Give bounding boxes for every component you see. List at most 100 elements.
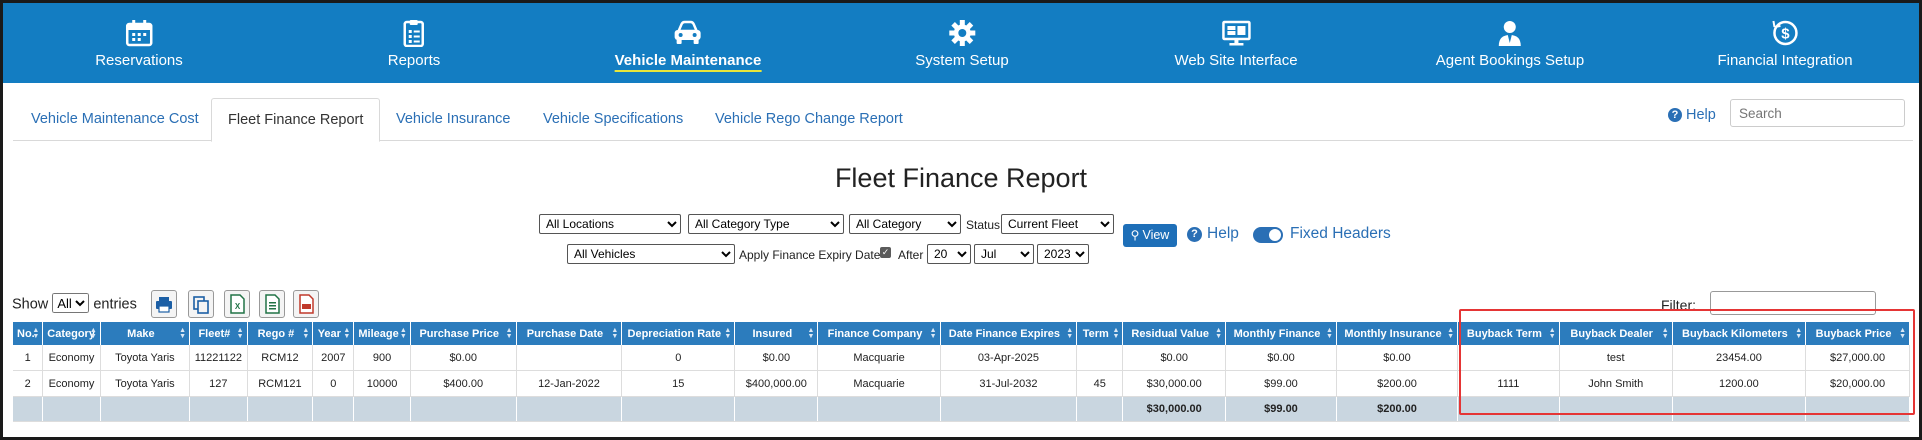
- column-header[interactable]: Category ▲ ▼: [42, 322, 101, 345]
- table-cell: [1076, 345, 1124, 371]
- car-icon: [674, 20, 701, 44]
- table-cell: [940, 396, 1078, 422]
- column-header[interactable]: Finance Company ▲ ▼: [817, 322, 941, 345]
- table-cell: John Smith: [1559, 370, 1673, 397]
- table-cell: $27,000.00: [1805, 345, 1910, 371]
- filter-input[interactable]: [1710, 291, 1876, 315]
- table-cell: [42, 396, 101, 422]
- column-header[interactable]: No. ▲ ▼: [13, 322, 44, 345]
- column-header[interactable]: Rego # ▲ ▼: [247, 322, 314, 345]
- view-button[interactable]: ⚲ View: [1123, 224, 1177, 247]
- search-input[interactable]: [1730, 99, 1905, 127]
- column-header[interactable]: Mileage ▲ ▼: [353, 322, 411, 345]
- csv-export-button[interactable]: [259, 290, 285, 318]
- sort-icon: ▲ ▼: [32, 327, 40, 340]
- nav-label: Financial Integration: [1717, 52, 1853, 69]
- column-header[interactable]: Term ▲ ▼: [1076, 322, 1124, 345]
- status-select[interactable]: Current Fleet: [1001, 214, 1114, 234]
- table-cell: Economy: [42, 345, 101, 371]
- table-row[interactable]: 2 Economy Toyota Yaris 127 RCM121 0 1000…: [13, 370, 1910, 397]
- column-header[interactable]: Buyback Kilometers ▲ ▼: [1672, 322, 1807, 345]
- table-cell: 900: [353, 345, 411, 371]
- table-cell: $20,000.00: [1805, 370, 1910, 397]
- nav-item-system-setup[interactable]: System Setup: [915, 3, 1009, 83]
- table-cell: $99.00: [1225, 396, 1337, 422]
- table-cell: $0.00: [734, 345, 819, 371]
- category-select[interactable]: All Category: [849, 214, 961, 234]
- tab-vehicle-maintenance-cost[interactable]: Vehicle Maintenance Cost: [15, 98, 215, 140]
- column-header[interactable]: Depreciation Rate ▲ ▼: [621, 322, 736, 345]
- table-cell: [621, 396, 736, 422]
- tab-vehicle-specifications[interactable]: Vehicle Specifications: [527, 98, 699, 140]
- nav-item-vehicle-maintenance[interactable]: Vehicle Maintenance: [614, 3, 762, 83]
- table-cell: RCM12: [247, 345, 314, 371]
- column-header[interactable]: Fleet# ▲ ▼: [189, 322, 248, 345]
- day-select[interactable]: 20: [927, 244, 971, 264]
- help-link[interactable]: ? Help: [1668, 107, 1716, 123]
- column-header[interactable]: Buyback Dealer ▲ ▼: [1559, 322, 1673, 345]
- copy-button[interactable]: [188, 290, 214, 318]
- pdf-export-button[interactable]: [293, 290, 319, 318]
- print-button[interactable]: [151, 290, 177, 318]
- nav-item-agent-bookings-setup[interactable]: Agent Bookings Setup: [1436, 3, 1584, 83]
- clipboard-icon: [403, 20, 425, 47]
- apply-finance-expiry-checkbox[interactable]: ✓: [880, 247, 891, 258]
- table-cell: $30,000.00: [1122, 370, 1227, 397]
- tab-fleet-finance-report[interactable]: Fleet Finance Report: [211, 98, 381, 142]
- nav-item-reservations[interactable]: Reservations: [95, 3, 183, 83]
- dollar-cycle-icon: $: [1772, 20, 1798, 46]
- column-header[interactable]: Monthly Insurance ▲ ▼: [1336, 322, 1459, 345]
- table-cell: [189, 396, 248, 422]
- column-header[interactable]: Make ▲ ▼: [100, 322, 191, 345]
- show-label: Show: [12, 296, 49, 313]
- vehicles-select[interactable]: All Vehicles: [567, 244, 735, 264]
- table-cell: 31-Jul-2032: [940, 370, 1078, 397]
- fixed-headers-toggle[interactable]: [1253, 227, 1283, 243]
- table-cell: Macquarie: [817, 345, 941, 371]
- column-header[interactable]: Purchase Price ▲ ▼: [410, 322, 517, 345]
- column-header[interactable]: Purchase Date ▲ ▼: [516, 322, 623, 345]
- sort-icon: ▲ ▼: [1661, 327, 1669, 340]
- table-cell: 23454.00: [1672, 345, 1807, 371]
- table-cell: [1805, 396, 1910, 422]
- year-select[interactable]: 2023: [1037, 244, 1089, 264]
- column-header[interactable]: Monthly Finance ▲ ▼: [1225, 322, 1337, 345]
- locations-select[interactable]: All Locations: [539, 214, 681, 234]
- table-cell: [353, 396, 411, 422]
- table-cell: test: [1559, 345, 1673, 371]
- calendar-icon: [125, 20, 153, 47]
- table-cell: 10000: [353, 370, 411, 397]
- category-type-select[interactable]: All Category Type: [688, 214, 844, 234]
- sort-icon: ▲ ▼: [1112, 327, 1120, 340]
- filters-help-link[interactable]: ? Help: [1187, 225, 1239, 243]
- table-cell: 1200.00: [1672, 370, 1807, 397]
- column-header[interactable]: Residual Value ▲ ▼: [1122, 322, 1227, 345]
- sort-icon: ▲ ▼: [343, 327, 351, 340]
- tab-vehicle-rego-change-report[interactable]: Vehicle Rego Change Report: [699, 98, 919, 140]
- sort-icon: ▲ ▼: [89, 327, 97, 340]
- excel-file-icon: X: [230, 294, 245, 314]
- app-window: Reservations Reports Vehicle Maintenance: [0, 0, 1922, 440]
- column-header[interactable]: Buyback Price ▲ ▼: [1805, 322, 1910, 345]
- sort-icon: ▲ ▼: [1795, 327, 1803, 340]
- column-header[interactable]: Date Finance Expires ▲ ▼: [940, 322, 1078, 345]
- nav-item-reports[interactable]: Reports: [388, 3, 440, 83]
- pdf-file-icon: [299, 294, 314, 314]
- show-entries: Show All entries: [12, 293, 137, 313]
- nav-item-web-site-interface[interactable]: Web Site Interface: [1174, 3, 1298, 83]
- entries-label: entries: [93, 296, 137, 313]
- month-select[interactable]: Jul: [974, 244, 1034, 264]
- svg-text:$: $: [1781, 26, 1790, 43]
- column-header[interactable]: Insured ▲ ▼: [734, 322, 819, 345]
- tab-vehicle-insurance[interactable]: Vehicle Insurance: [380, 98, 526, 140]
- show-entries-select[interactable]: All: [52, 293, 90, 313]
- column-header[interactable]: Year ▲ ▼: [312, 322, 355, 345]
- excel-export-button[interactable]: X: [224, 290, 250, 318]
- table-cell: $0.00: [410, 345, 517, 371]
- column-header[interactable]: Buyback Term ▲ ▼: [1457, 322, 1560, 345]
- table-row[interactable]: 1 Economy Toyota Yaris 11221122 RCM12 20…: [13, 345, 1910, 371]
- table-cell: $0.00: [1336, 345, 1459, 371]
- fixed-headers-label: Fixed Headers: [1290, 225, 1391, 242]
- sort-icon: ▲ ▼: [236, 327, 244, 340]
- nav-item-financial-integration[interactable]: $ Financial Integration: [1717, 3, 1853, 83]
